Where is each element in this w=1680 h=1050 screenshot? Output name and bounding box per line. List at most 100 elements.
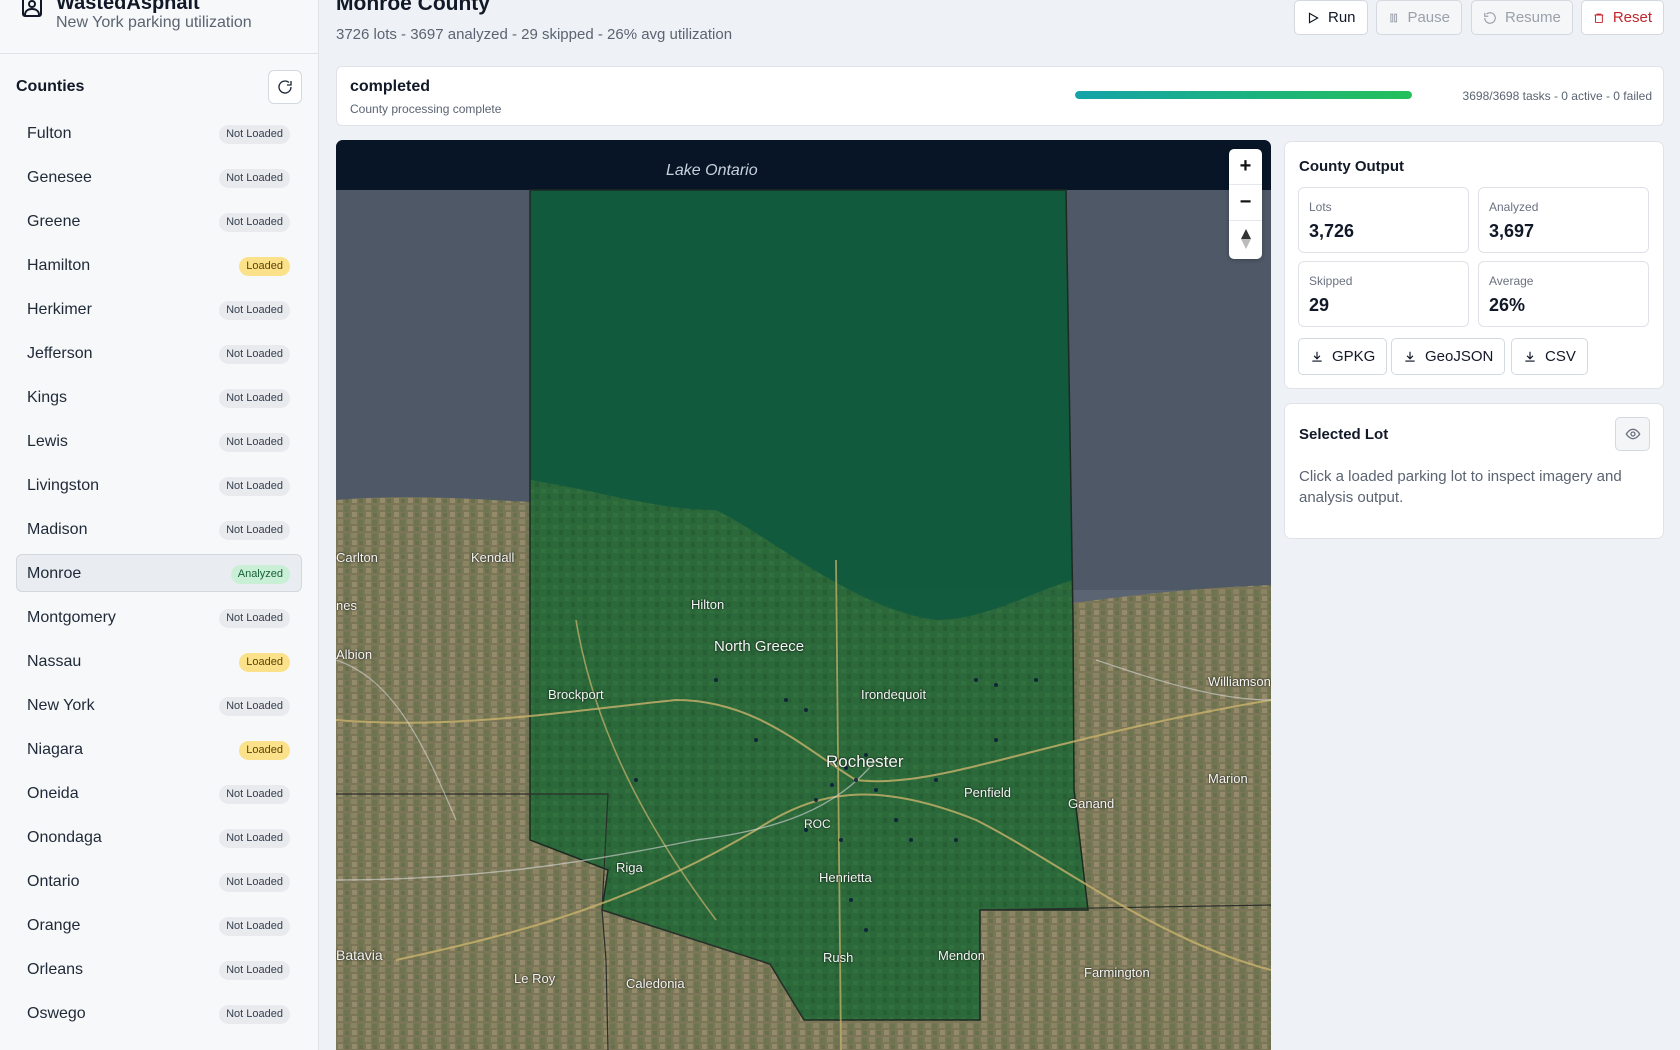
map-label-lake: Lake Ontario xyxy=(666,162,758,179)
county-name: Greene xyxy=(27,213,81,230)
map-view[interactable]: Lake Ontario Carlton Kendall Hilton Nort… xyxy=(336,140,1271,1050)
county-item[interactable]: Genesee Not Loaded xyxy=(16,158,302,196)
map-label: Kendall xyxy=(471,550,515,565)
county-item[interactable]: Hamilton Loaded xyxy=(16,246,302,284)
county-item[interactable]: New York Not Loaded xyxy=(16,686,302,724)
county-name: Livingston xyxy=(27,477,100,494)
eye-icon xyxy=(1625,428,1640,440)
status-message: County processing complete xyxy=(350,102,502,116)
county-item[interactable]: Ontario Not Loaded xyxy=(16,862,302,900)
map-canvas[interactable] xyxy=(336,140,1271,1050)
county-item[interactable]: Onondaga Not Loaded xyxy=(16,818,302,856)
county-item[interactable]: Monroe Analyzed xyxy=(16,554,302,592)
county-item[interactable]: Jefferson Not Loaded xyxy=(16,334,302,372)
brand-header: WastedAsphalt New York parking utilizati… xyxy=(0,0,318,54)
stat-skipped: Skipped 29 xyxy=(1298,261,1469,327)
map-label: Le Roy xyxy=(514,971,556,986)
map-label: Brockport xyxy=(548,687,604,702)
pause-icon xyxy=(1390,13,1398,22)
stat-label: Skipped xyxy=(1309,274,1353,288)
county-status-badge: Not Loaded xyxy=(219,917,290,936)
county-status-badge: Not Loaded xyxy=(219,873,290,892)
download-csv-button[interactable]: CSV xyxy=(1511,338,1588,375)
county-item[interactable]: Livingston Not Loaded xyxy=(16,466,302,504)
sidebar: WastedAsphalt New York parking utilizati… xyxy=(0,0,319,1050)
run-label: Run xyxy=(1328,9,1356,26)
county-status-badge: Not Loaded xyxy=(219,345,290,364)
map-label: Batavia xyxy=(336,947,383,963)
county-item[interactable]: Madison Not Loaded xyxy=(16,510,302,548)
progress-bar xyxy=(1075,91,1412,99)
county-item[interactable]: Greene Not Loaded xyxy=(16,202,302,240)
plus-icon: + xyxy=(1239,155,1252,177)
stat-value: 3,726 xyxy=(1309,221,1355,241)
reset-button[interactable]: Reset xyxy=(1581,0,1664,35)
refresh-button[interactable] xyxy=(268,70,302,104)
toggle-imagery-button[interactable] xyxy=(1615,417,1650,451)
county-name: Ontario xyxy=(27,873,80,890)
county-status-badge: Not Loaded xyxy=(219,829,290,848)
output-title: County Output xyxy=(1299,158,1404,175)
county-item[interactable]: Nassau Loaded xyxy=(16,642,302,680)
map-label: Williamson xyxy=(1208,674,1271,689)
map-label: Albion xyxy=(336,647,373,662)
county-status-badge: Loaded xyxy=(239,257,290,276)
map-label: nes xyxy=(336,598,357,613)
play-icon xyxy=(1308,11,1319,24)
pause-button[interactable]: Pause xyxy=(1376,0,1462,35)
county-name: Oneida xyxy=(27,785,79,802)
stat-value: 26% xyxy=(1489,295,1526,315)
reset-north-button[interactable] xyxy=(1229,221,1262,257)
county-item[interactable]: Kings Not Loaded xyxy=(16,378,302,416)
county-item[interactable]: Lewis Not Loaded xyxy=(16,422,302,460)
status-bar: completed County processing complete 369… xyxy=(336,66,1664,126)
refresh-icon xyxy=(278,80,292,94)
resume-button[interactable]: Resume xyxy=(1471,0,1573,35)
county-item[interactable]: Montgomery Not Loaded xyxy=(16,598,302,636)
map-label: Irondequoit xyxy=(861,687,927,702)
county-output-panel: County Output Lots 3,726 Analyzed 3,697 … xyxy=(1284,141,1664,389)
county-item[interactable]: Orange Not Loaded xyxy=(16,906,302,944)
user-pin-icon xyxy=(22,0,42,17)
county-item[interactable]: Niagara Loaded xyxy=(16,730,302,768)
county-status-badge: Not Loaded xyxy=(219,1005,290,1024)
map-label: Rush xyxy=(823,950,854,965)
map-label: North Greece xyxy=(714,638,805,655)
county-status-badge: Loaded xyxy=(239,741,290,760)
county-name: New York xyxy=(27,697,95,714)
run-button[interactable]: Run xyxy=(1294,0,1368,35)
county-name: Genesee xyxy=(27,169,92,186)
download-icon xyxy=(1405,351,1415,362)
selected-lot-panel: Selected Lot Click a loaded parking lot … xyxy=(1284,403,1664,539)
county-name: Monroe xyxy=(27,565,82,582)
download-label: GPKG xyxy=(1332,348,1376,365)
county-status-badge: Not Loaded xyxy=(219,961,290,980)
reset-label: Reset xyxy=(1612,9,1652,26)
county-name: Nassau xyxy=(27,653,82,670)
county-status-badge: Not Loaded xyxy=(219,609,290,628)
map-label: Riga xyxy=(616,860,643,875)
map-label: ROC xyxy=(804,817,831,831)
zoom-out-button[interactable]: − xyxy=(1229,185,1262,221)
map-label: Hilton xyxy=(691,597,725,612)
county-name: Jefferson xyxy=(27,345,93,362)
county-item[interactable]: Oneida Not Loaded xyxy=(16,774,302,812)
map-label: Farmington xyxy=(1084,965,1150,980)
stat-value: 29 xyxy=(1309,295,1330,315)
county-item[interactable]: Oswego Not Loaded xyxy=(16,994,302,1032)
county-item[interactable]: Fulton Not Loaded xyxy=(16,114,302,152)
download-label: CSV xyxy=(1545,348,1576,365)
county-name: Kings xyxy=(27,389,68,406)
download-gpkg-button[interactable]: GPKG xyxy=(1298,338,1388,375)
map-label: Caledonia xyxy=(626,976,685,991)
county-item[interactable]: Herkimer Not Loaded xyxy=(16,290,302,328)
county-item[interactable]: Orleans Not Loaded xyxy=(16,950,302,988)
county-name: Montgomery xyxy=(27,609,116,626)
county-name: Madison xyxy=(27,521,88,538)
task-counts: 3698/3698 tasks - 0 active - 0 failed xyxy=(1462,89,1652,103)
counties-heading: Counties xyxy=(16,78,85,95)
zoom-in-button[interactable]: + xyxy=(1229,149,1262,185)
download-geojson-button[interactable]: GeoJSON xyxy=(1391,338,1506,375)
map-label: Ganand xyxy=(1068,796,1115,811)
county-status-badge: Analyzed xyxy=(230,565,290,584)
